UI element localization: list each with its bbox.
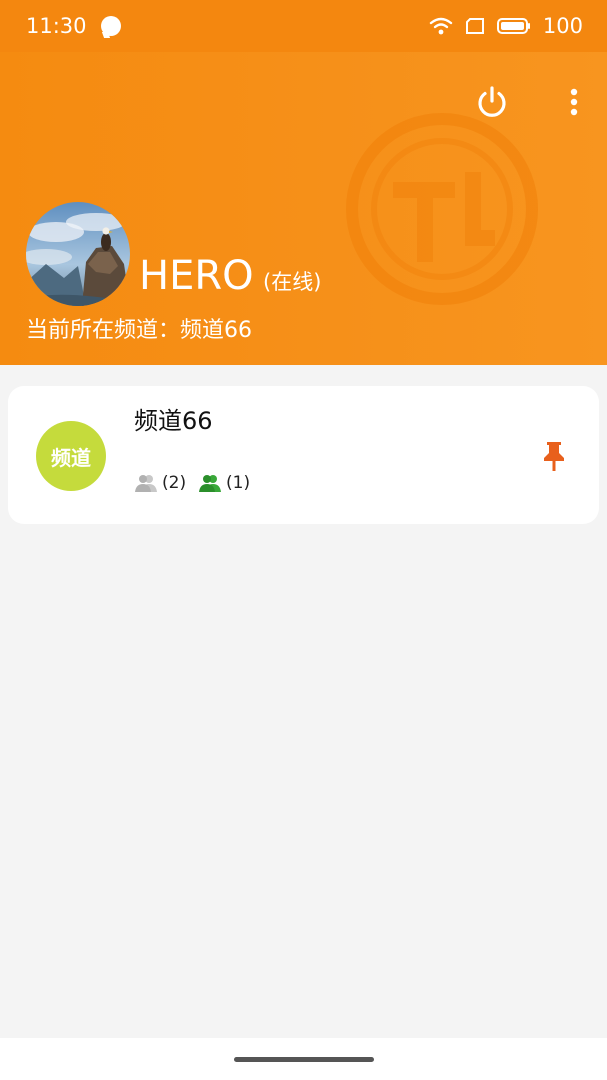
- home-indicator[interactable]: [234, 1057, 374, 1062]
- members-online-count: (1): [226, 473, 251, 493]
- more-options-button[interactable]: [560, 82, 588, 122]
- status-time: 11:30: [26, 14, 87, 38]
- users-gray-icon: [135, 475, 157, 492]
- wifi-icon: [429, 17, 453, 35]
- status-bar: 11:30 100: [0, 0, 607, 52]
- sim-icon: [465, 18, 484, 34]
- chat-bubble-icon: [100, 16, 121, 36]
- channel-name: 频道66: [134, 407, 213, 435]
- battery-level: 100: [542, 14, 583, 38]
- members-total: (2): [134, 473, 186, 493]
- profile-header: HERO (在线) 当前所在频道：频道66: [0, 52, 607, 365]
- power-icon: [478, 86, 506, 117]
- logo-watermark-icon: [346, 113, 538, 305]
- status-icons: 100: [429, 14, 583, 38]
- members-online: (1): [198, 473, 250, 493]
- eagle-avatar-image: [26, 202, 130, 306]
- online-status: (在线): [263, 270, 322, 294]
- users-green-icon: [199, 475, 221, 492]
- username: HERO: [139, 253, 254, 299]
- channel-badge: 频道: [36, 421, 106, 491]
- more-vertical-icon: [570, 88, 578, 116]
- battery-icon: [496, 18, 530, 34]
- channel-card[interactable]: 频道 频道66 (2) (1): [8, 386, 599, 524]
- pin-icon: [544, 442, 564, 471]
- power-button[interactable]: [470, 80, 514, 124]
- members-total-count: (2): [162, 473, 187, 493]
- current-channel-text: 当前所在频道：频道66: [26, 318, 252, 343]
- avatar[interactable]: [26, 202, 130, 306]
- pin-button[interactable]: [540, 440, 568, 472]
